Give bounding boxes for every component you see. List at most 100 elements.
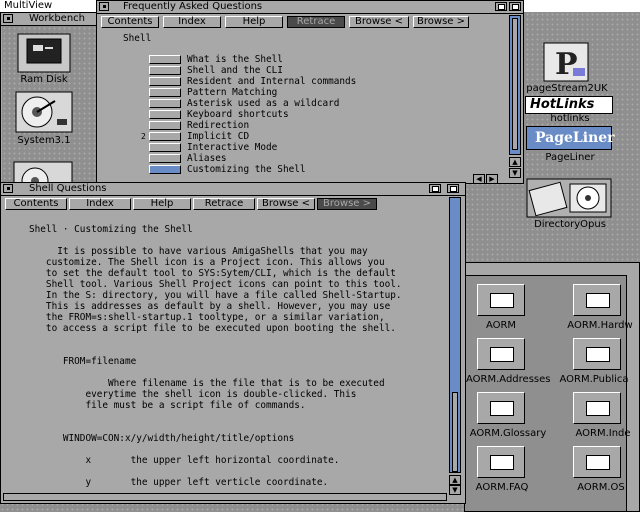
aorm-title-bar[interactable]	[465, 263, 639, 276]
faq-scroll-knob[interactable]	[512, 18, 518, 150]
shell-scroll-up-icon[interactable]: ▲	[449, 475, 461, 485]
aorm-addresses-icon[interactable]	[477, 338, 525, 370]
topic-label: Asterisk used as a wildcard	[187, 98, 340, 109]
faq-scroll-up-icon[interactable]: ▲	[509, 157, 521, 167]
doc-line: In the S: directory, you will have a fil…	[29, 290, 402, 301]
shell-contents-button[interactable]: Contents	[5, 198, 67, 210]
topic-link-box[interactable]	[149, 143, 181, 152]
aorm-os-icon[interactable]	[573, 446, 621, 478]
topic-link-box[interactable]	[149, 99, 181, 108]
workbench-title-bar[interactable]: Workbench	[1, 13, 99, 26]
doc-line: everytime the shell icon is double-click…	[29, 389, 357, 400]
aorm-index-label: AORM.Inde	[575, 428, 631, 439]
screen-title: MultiView	[4, 0, 53, 11]
topic-label: Interactive Mode	[187, 142, 278, 153]
faq-contents-button[interactable]: Contents	[101, 16, 159, 28]
faq-index-button[interactable]: Index	[163, 16, 221, 28]
doc-line: WINDOW=CON:x/y/width/height/title/option…	[29, 433, 295, 444]
directoryopus-icon[interactable]	[526, 178, 612, 218]
hotlinks-icon[interactable]: HotLinks	[525, 96, 613, 114]
topic-label: Aliases	[187, 153, 227, 164]
topic-label: Redirection	[187, 120, 250, 131]
shell-help-button[interactable]: Help	[133, 198, 191, 210]
shell-questions-window: Shell Questions Contents Index Help Retr…	[0, 182, 466, 504]
aorm-addresses-label: AORM.Addresses	[466, 374, 551, 385]
aorm-label: AORM	[485, 320, 517, 331]
faq-retrace-button[interactable]: Retrace	[287, 16, 345, 28]
topic-label: Shell and the CLI	[187, 65, 283, 76]
doc-line: to access a script file to be executed u…	[29, 323, 396, 334]
doc-line: Where filename is the file that is to be…	[29, 378, 385, 389]
faq-help-button[interactable]: Help	[225, 16, 283, 28]
topic-label: Customizing the Shell	[187, 164, 306, 175]
doc-line: FROM=filename	[29, 356, 137, 367]
doc-line: x the upper left horizontal coordinate.	[29, 455, 340, 466]
shell-browse-prev-button[interactable]: Browse <	[257, 198, 315, 210]
shell-vertical-scrollbar[interactable]	[449, 197, 461, 473]
shell-zoom-gadget-icon[interactable]	[429, 184, 441, 193]
shell-title-bar[interactable]: Shell Questions	[1, 183, 465, 196]
shell-horizontal-scrollbar[interactable]	[3, 493, 447, 501]
aorm-icon[interactable]	[477, 284, 525, 316]
faq-title: Frequently Asked Questions	[123, 1, 263, 12]
shell-scroll-down-icon[interactable]: ▼	[449, 485, 461, 495]
faq-vertical-scrollbar[interactable]	[509, 15, 521, 155]
faq-title-bar[interactable]: Frequently Asked Questions	[97, 1, 523, 14]
shell-retrace-button[interactable]: Retrace	[193, 198, 255, 210]
doc-line: file must be a script file of commands.	[29, 400, 306, 411]
topic-link-box[interactable]	[149, 154, 181, 163]
topic-link-box[interactable]	[149, 132, 181, 141]
close-gadget-icon[interactable]	[3, 14, 13, 23]
faq-browse-prev-button[interactable]: Browse <	[349, 16, 409, 28]
topic-link-box[interactable]	[149, 66, 181, 75]
doc-line: customize. The Shell icon is a Project i…	[29, 257, 385, 268]
topic-link-box[interactable]	[149, 55, 181, 64]
topic-label: Pattern Matching	[187, 87, 278, 98]
faq-browse-next-button[interactable]: Browse >	[413, 16, 469, 28]
shell-browse-next-button[interactable]: Browse >	[317, 198, 377, 210]
pagestream-label: pageStream2UK	[526, 83, 608, 94]
aorm-index-icon[interactable]	[573, 392, 621, 424]
aorm-glossary-icon[interactable]	[477, 392, 525, 424]
faq-depth-gadget-icon[interactable]	[509, 2, 521, 11]
shell-text-area: Shell · Customizing the Shell It is poss…	[5, 217, 445, 493]
faq-scroll-down-icon[interactable]: ▼	[509, 168, 521, 178]
shell-index-button[interactable]: Index	[69, 198, 131, 210]
shell-scroll-knob[interactable]	[452, 392, 458, 472]
aorm-publications-icon[interactable]	[573, 338, 621, 370]
topic-link-box[interactable]	[149, 88, 181, 97]
aorm-scrollbar[interactable]	[626, 275, 639, 511]
topic-link-box[interactable]	[149, 77, 181, 86]
svg-text:P: P	[555, 47, 578, 82]
topic-link-box[interactable]	[149, 110, 181, 119]
faq-close-gadget-icon[interactable]	[99, 2, 109, 11]
topic-label: What is the Shell	[187, 54, 283, 65]
pageliner-label: PageLiner	[545, 152, 595, 163]
shell-depth-gadget-icon[interactable]	[447, 184, 459, 193]
doc-line: y the upper left verticle coordinate.	[29, 477, 329, 488]
shell-close-gadget-icon[interactable]	[3, 184, 13, 193]
hotlinks-label: hotlinks	[550, 113, 590, 124]
doc-line: Shell tool. Various Shell Project icons …	[29, 279, 402, 290]
pagestream-icon[interactable]: P	[543, 42, 589, 82]
ram-disk-icon[interactable]	[17, 33, 71, 73]
aorm-hardware-label: AORM.Hardw	[567, 320, 633, 331]
aorm-os-label: AORM.OS	[577, 482, 625, 493]
faq-window: Frequently Asked Questions Contents Inde…	[96, 0, 524, 184]
topic-link-box[interactable]	[149, 165, 181, 174]
faq-topic-list: What is the Shell Shell and the CLI Resi…	[141, 54, 361, 176]
faq-scroll-left-icon[interactable]: ◀	[473, 174, 485, 184]
topic-label: Implicit CD	[187, 131, 250, 142]
ram-disk-label: Ram Disk	[20, 74, 68, 85]
doc-line: to set the default tool to SYS:Sytem/CLI…	[29, 268, 396, 279]
aorm-faq-label: AORM.FAQ	[475, 482, 529, 493]
faq-scroll-right-icon[interactable]: ▶	[486, 174, 498, 184]
faq-zoom-gadget-icon[interactable]	[495, 2, 507, 11]
pageliner-icon[interactable]: PageLiner	[526, 126, 615, 150]
harddisk-icon[interactable]	[15, 91, 73, 133]
topic-link-box[interactable]	[149, 121, 181, 130]
aorm-hardware-icon[interactable]	[573, 284, 621, 316]
faq-heading: Shell	[123, 33, 152, 44]
aorm-faq-icon[interactable]	[477, 446, 525, 478]
topic-label: Keyboard shortcuts	[187, 109, 289, 120]
